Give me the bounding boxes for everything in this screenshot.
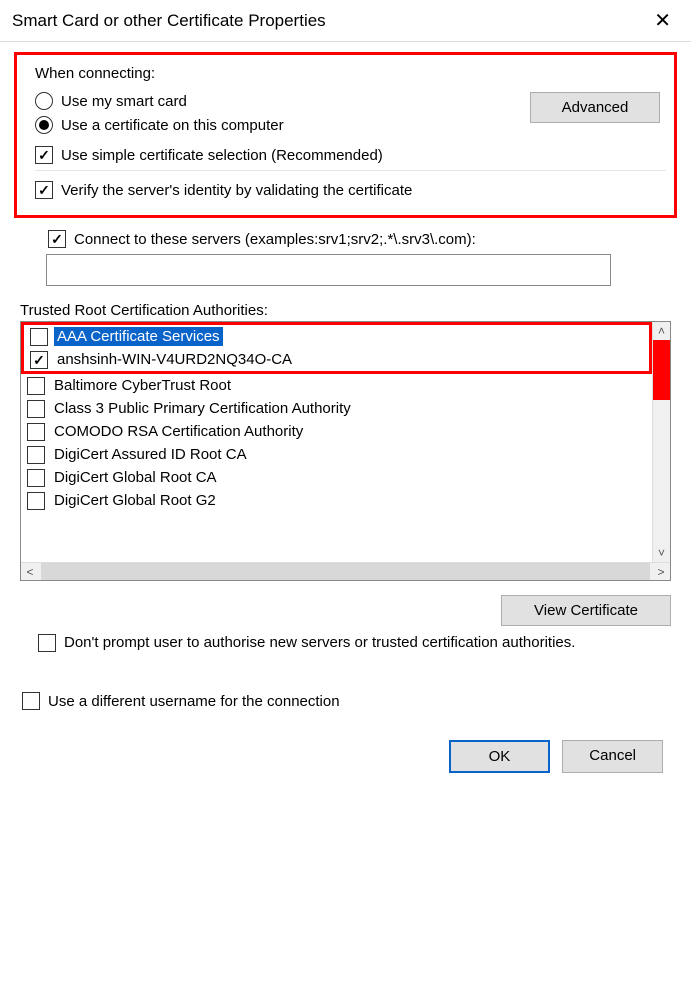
ca-checkbox[interactable] [30, 328, 48, 346]
checkbox-different-username-label: Use a different username for the connect… [48, 693, 340, 710]
checkbox-dont-prompt-label: Don't prompt user to authorise new serve… [64, 634, 575, 651]
scroll-left-icon[interactable]: < [21, 565, 39, 579]
ca-list-item[interactable]: Class 3 Public Primary Certification Aut… [21, 397, 652, 420]
divider [35, 170, 666, 171]
ca-label: COMODO RSA Certification Authority [51, 422, 306, 441]
radio-use-computer-cert-label: Use a certificate on this computer [61, 117, 284, 134]
checkbox-verify-identity[interactable] [35, 181, 53, 199]
ca-list-item[interactable]: Baltimore CyberTrust Root [21, 374, 652, 397]
checkbox-simple-selection[interactable] [35, 146, 53, 164]
ca-list-item[interactable]: AAA Certificate Services [24, 325, 649, 348]
when-connecting-label: When connecting: [35, 65, 666, 82]
ca-label: DigiCert Global Root CA [51, 468, 220, 487]
ca-checkbox[interactable] [27, 377, 45, 395]
ca-label: AAA Certificate Services [54, 327, 223, 346]
checkbox-verify-identity-label: Verify the server's identity by validati… [61, 182, 412, 199]
servers-input[interactable] [46, 254, 611, 286]
ca-list-item[interactable]: anshsinh-WIN-V4URD2NQ34O-CA [24, 348, 649, 371]
checkbox-dont-prompt[interactable] [38, 634, 56, 652]
highlight-box-connecting: When connecting: Use my smart card Use a… [14, 52, 677, 218]
ca-list-item[interactable]: DigiCert Assured ID Root CA [21, 443, 652, 466]
trusted-root-listbox[interactable]: AAA Certificate Services anshsinh-WIN-V4U… [20, 321, 671, 581]
ca-checkbox[interactable] [27, 400, 45, 418]
horizontal-scrollbar[interactable]: < > [21, 562, 670, 580]
scroll-down-icon[interactable]: ˅ [658, 544, 665, 562]
dialog-content: When connecting: Use my smart card Use a… [0, 42, 691, 773]
title-bar: Smart Card or other Certificate Properti… [0, 0, 691, 42]
vertical-scrollbar[interactable]: ˄ ˅ [652, 322, 670, 562]
dialog-title: Smart Card or other Certificate Properti… [12, 11, 326, 31]
ca-checkbox[interactable] [27, 492, 45, 510]
ca-label: Baltimore CyberTrust Root [51, 376, 234, 395]
hscroll-track[interactable] [41, 563, 650, 580]
ca-label: DigiCert Global Root G2 [51, 491, 219, 510]
scroll-up-icon[interactable]: ˄ [658, 322, 665, 340]
highlight-box-list [653, 340, 670, 400]
radio-use-smart-card-label: Use my smart card [61, 93, 187, 110]
ca-list-item[interactable]: COMODO RSA Certification Authority [21, 420, 652, 443]
cancel-button[interactable]: Cancel [562, 740, 663, 773]
ca-checkbox[interactable] [27, 446, 45, 464]
ok-button[interactable]: OK [449, 740, 551, 773]
scroll-right-icon[interactable]: > [652, 565, 670, 579]
advanced-button[interactable]: Advanced [530, 92, 660, 123]
radio-use-computer-cert[interactable] [35, 116, 53, 134]
ca-label: Class 3 Public Primary Certification Aut… [51, 399, 354, 418]
checkbox-connect-servers[interactable] [48, 230, 66, 248]
ca-list-item[interactable]: DigiCert Global Root CA [21, 466, 652, 489]
checkbox-connect-servers-label: Connect to these servers (examples:srv1;… [74, 231, 476, 248]
ca-label: anshsinh-WIN-V4URD2NQ34O-CA [54, 350, 295, 369]
view-certificate-button[interactable]: View Certificate [501, 595, 671, 626]
ca-checkbox[interactable] [27, 469, 45, 487]
ca-checkbox[interactable] [30, 351, 48, 369]
ca-list-item[interactable]: DigiCert Global Root G2 [21, 489, 652, 512]
checkbox-simple-selection-label: Use simple certificate selection (Recomm… [61, 147, 383, 164]
checkbox-different-username[interactable] [22, 692, 40, 710]
ca-label: DigiCert Assured ID Root CA [51, 445, 250, 464]
ca-checkbox[interactable] [27, 423, 45, 441]
radio-use-smart-card[interactable] [35, 92, 53, 110]
trusted-root-label: Trusted Root Certification Authorities: [20, 302, 677, 319]
close-icon[interactable]: ✕ [644, 6, 681, 35]
